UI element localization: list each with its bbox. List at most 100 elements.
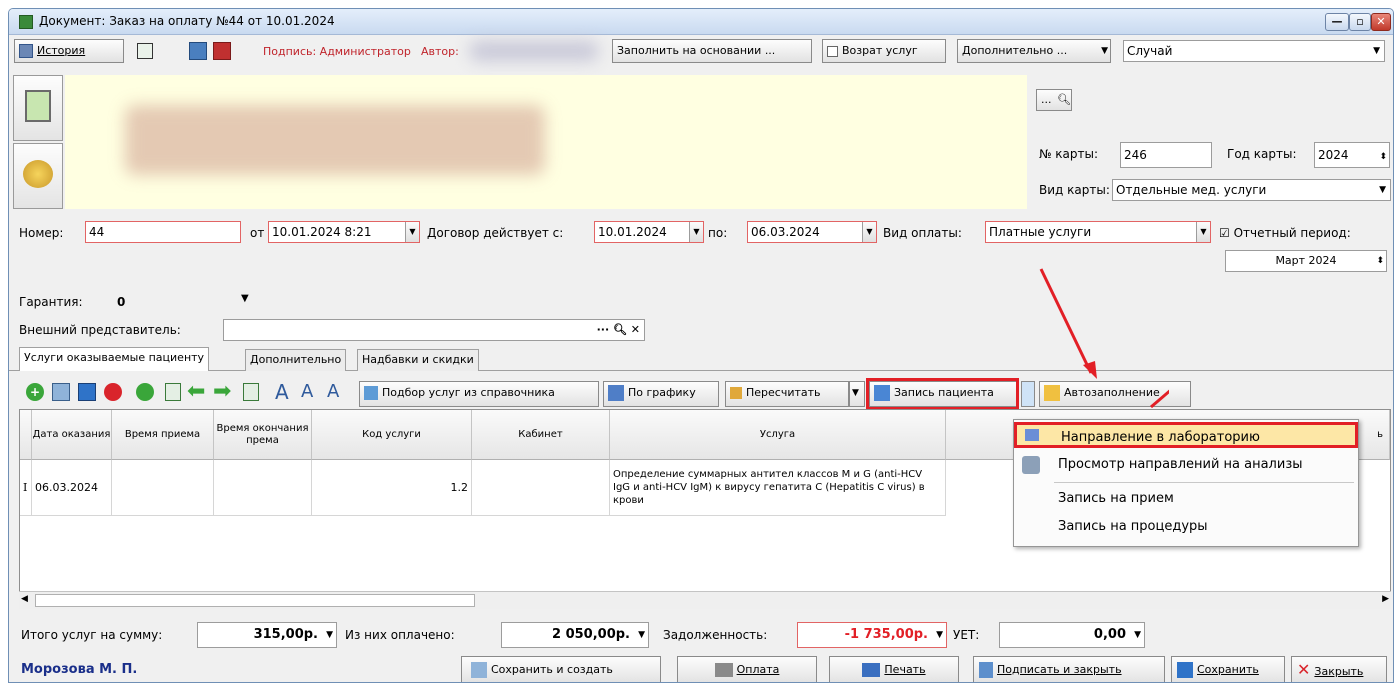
font-increase-icon[interactable]: A (275, 377, 299, 407)
list-icon[interactable] (161, 377, 185, 407)
title-bar[interactable]: Документ: Заказ на оплату №44 от 10.01.2… (9, 9, 1393, 35)
fill-on-basis-button[interactable]: Заполнить на основании ... (612, 39, 812, 63)
sign-and-close-button[interactable]: Подписать и закрыть (973, 656, 1165, 682)
payment-icon (714, 663, 733, 677)
payment-button[interactable]: Оплата (677, 656, 817, 682)
close-button[interactable]: ✕ Закрыть (1291, 656, 1387, 682)
menu-item-procedures[interactable]: Запись на процедуры (1014, 514, 1358, 540)
header-service[interactable]: Услуга (610, 410, 946, 460)
coins-button[interactable] (13, 143, 63, 209)
calculator-icon[interactable] (137, 43, 153, 59)
sign-doc-icon[interactable] (189, 42, 207, 60)
save-and-create-button[interactable]: Сохранить и создать (461, 656, 661, 682)
chevron-down-icon[interactable]: ▼ (1196, 222, 1210, 242)
signature-label: Подпись: Администратор (263, 45, 411, 58)
by-schedule-button[interactable]: По графику (603, 381, 719, 407)
new-doc-icon (471, 662, 487, 678)
close-window-button[interactable]: ✕ (1371, 13, 1391, 31)
recalc-icon (730, 387, 742, 399)
additional-dropdown[interactable]: Дополнительно ... ▼ (957, 39, 1111, 63)
cell-time-end[interactable] (214, 460, 312, 516)
history-button[interactable]: История (14, 39, 124, 63)
checklist-button[interactable] (13, 75, 63, 141)
card-year-stepper[interactable]: 2024 ⬍ (1314, 142, 1390, 168)
unsign-doc-icon[interactable] (213, 42, 231, 60)
number-field[interactable]: 44 (85, 221, 241, 243)
minimize-button[interactable]: — (1325, 13, 1349, 31)
contract-from-field[interactable]: 10.01.2024 ▼ (594, 221, 704, 243)
scroll-right-icon[interactable]: ▶ (1382, 594, 1389, 604)
delete-icon[interactable] (101, 377, 125, 407)
guarantee-value[interactable]: 0 (117, 295, 125, 309)
debt-field[interactable]: -1 735,00р. ▼ (797, 622, 947, 648)
report-period-stepper[interactable]: Март 2024 ⬍ (1225, 250, 1387, 272)
list-icon[interactable] (239, 377, 263, 407)
tab-services[interactable]: Услуги оказываемые пациенту (19, 347, 210, 371)
card-number-field[interactable]: 246 (1120, 142, 1212, 168)
header-date[interactable]: Дата оказания (32, 410, 112, 460)
calendar-dropdown-icon[interactable]: ▼ (405, 222, 419, 242)
cell-cabinet[interactable] (472, 460, 610, 516)
print-button[interactable]: Печать (829, 656, 959, 682)
cell-code[interactable]: 1.2 (312, 460, 472, 516)
contract-to-field[interactable]: 06.03.2024 ▼ (747, 221, 877, 243)
horizontal-scrollbar[interactable]: ◀ ▶ (19, 591, 1391, 609)
patient-info-panel (65, 75, 637, 209)
row-marker: I (20, 460, 32, 516)
arrow-right-icon[interactable]: ➡ (213, 377, 237, 407)
report-period-checkbox[interactable]: ☑ Отчетный период: (1219, 226, 1351, 240)
return-services-checkbox[interactable]: Возрат услуг (822, 39, 946, 63)
printer-icon (862, 663, 881, 677)
clipboard-check-icon (25, 90, 51, 122)
header-time[interactable]: Время приема (112, 410, 214, 460)
lookup-icons[interactable]: ··· 🔍︎ ✕ (597, 320, 640, 340)
chevron-down-icon: ▼ (326, 630, 333, 640)
menu-item-view-referrals[interactable]: Просмотр направлений на анализы (1014, 452, 1358, 478)
scrollbar-thumb[interactable] (35, 594, 475, 607)
card-year-label: Год карты: (1227, 147, 1297, 161)
case-select[interactable]: Случай ▼ (1123, 40, 1385, 62)
total-field[interactable]: 315,00р. ▼ (197, 622, 337, 648)
paid-field[interactable]: 2 050,00р. ▼ (501, 622, 649, 648)
chevron-down-icon: ▼ (638, 630, 645, 640)
recalc-dropdown[interactable]: ▼ (849, 381, 865, 407)
scroll-left-icon[interactable]: ◀ (21, 594, 28, 604)
maximize-button[interactable]: ▫ (1349, 13, 1371, 31)
recalculate-button[interactable]: Пересчитать (725, 381, 849, 407)
history-icon (19, 44, 33, 58)
spin-icon: ⬍ (1376, 256, 1384, 266)
current-user: Морозова М. П. (21, 662, 138, 677)
font-decrease-icon[interactable]: A (301, 377, 325, 407)
order-date-field[interactable]: 10.01.2024 8:21 ▼ (268, 221, 420, 243)
cell-service[interactable]: Определение суммарных антител классов M … (610, 460, 946, 516)
tab-surcharges[interactable]: Надбавки и скидки (357, 349, 479, 371)
header-code[interactable]: Код услуги (312, 410, 472, 460)
ext-rep-field[interactable]: ··· 🔍︎ ✕ (223, 319, 645, 341)
header-time-end[interactable]: Время окончания према (214, 410, 312, 460)
uet-field[interactable]: 0,00 ▼ (999, 622, 1145, 648)
save-button[interactable]: Сохранить (1171, 656, 1285, 682)
card-type-select[interactable]: Отдельные мед. услуги ▼ (1112, 179, 1391, 201)
menu-item-appointment[interactable]: Запись на прием (1014, 486, 1358, 512)
calendar-dropdown-icon[interactable]: ▼ (862, 222, 876, 242)
arrow-left-icon[interactable]: ⬅ (187, 377, 211, 407)
font-reset-icon[interactable]: A (327, 377, 351, 407)
save-icon[interactable] (75, 377, 99, 407)
refresh-icon[interactable] (133, 377, 157, 407)
chevron-down-icon: ▼ (852, 388, 859, 398)
add-icon[interactable]: + (23, 377, 47, 407)
payment-type-label: Вид оплаты: (883, 226, 962, 240)
chevron-down-icon[interactable]: ▼ (241, 293, 249, 304)
tab-additional[interactable]: Дополнительно (245, 349, 347, 371)
cell-time[interactable] (112, 460, 214, 516)
cell-date[interactable]: 06.03.2024 (32, 460, 112, 516)
calendar-dropdown-icon[interactable]: ▼ (689, 222, 703, 242)
header-cabinet[interactable]: Кабинет (472, 410, 610, 460)
payment-type-select[interactable]: Платные услуги ▼ (985, 221, 1211, 243)
menu-item-lab-referral[interactable]: Направление в лабораторию (1014, 422, 1358, 448)
pick-services-button[interactable]: Подбор услуг из справочника (359, 381, 599, 407)
contract-from-label: Договор действует с: (427, 226, 564, 240)
card-search-button[interactable]: ... 🔍︎ (1036, 89, 1072, 111)
edit-icon[interactable] (49, 377, 73, 407)
guarantee-label: Гарантия: (19, 295, 83, 309)
